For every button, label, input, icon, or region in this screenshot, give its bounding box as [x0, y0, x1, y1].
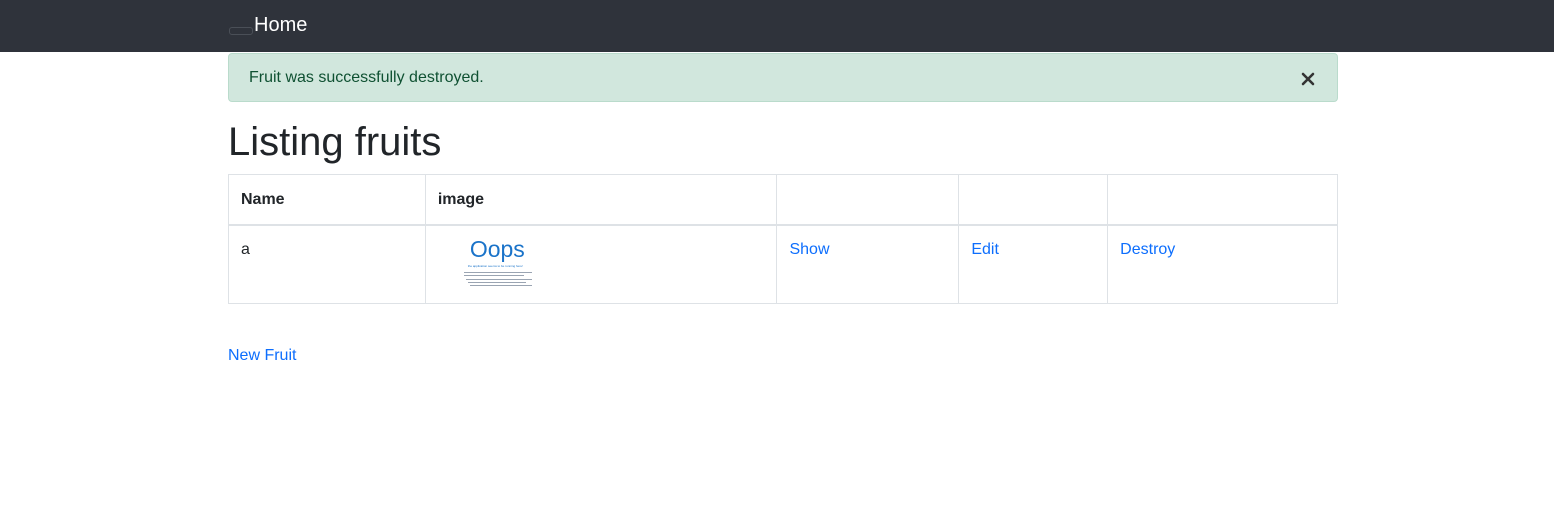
- success-alert: Fruit was successfully destroyed.: [228, 53, 1338, 102]
- edit-link[interactable]: Edit: [971, 241, 999, 258]
- image-text-line: [467, 281, 526, 283]
- image-subtitle: the application seems to be running here…: [467, 263, 523, 268]
- image-text-line: [465, 278, 532, 280]
- column-header-edit: [958, 174, 1109, 226]
- page-title: Listing fruits: [228, 120, 442, 164]
- image-text-line: [463, 271, 532, 273]
- alert-message: Fruit was successfully destroyed.: [249, 69, 484, 86]
- table-row: a Oops the application seems to be runni…: [228, 224, 1338, 304]
- table-header-row: Name image: [228, 174, 1338, 226]
- home-link[interactable]: Home: [254, 13, 307, 37]
- fruit-name-cell: a: [228, 224, 426, 304]
- column-header-destroy: [1107, 174, 1338, 226]
- fruit-image-cell: Oops the application seems to be running…: [424, 224, 778, 304]
- fruit-image: Oops the application seems to be running…: [445, 235, 536, 296]
- fruits-table: Name image a Oops the application seems …: [228, 174, 1338, 304]
- image-text-line: [469, 284, 532, 286]
- image-text-line: [463, 274, 524, 276]
- column-header-name: Name: [228, 174, 426, 226]
- show-link[interactable]: Show: [789, 241, 829, 258]
- column-header-image: image: [424, 174, 778, 226]
- column-header-show: [776, 174, 960, 226]
- show-cell: Show: [776, 224, 960, 304]
- image-title: Oops: [469, 235, 525, 262]
- destroy-link[interactable]: Destroy: [1120, 241, 1175, 258]
- destroy-cell: Destroy: [1107, 224, 1338, 304]
- new-fruit-link[interactable]: New Fruit: [228, 346, 296, 366]
- edit-cell: Edit: [958, 224, 1109, 304]
- close-icon[interactable]: [1299, 70, 1317, 88]
- navbar: Home: [0, 0, 1554, 52]
- navbar-toggler-button[interactable]: [229, 27, 253, 35]
